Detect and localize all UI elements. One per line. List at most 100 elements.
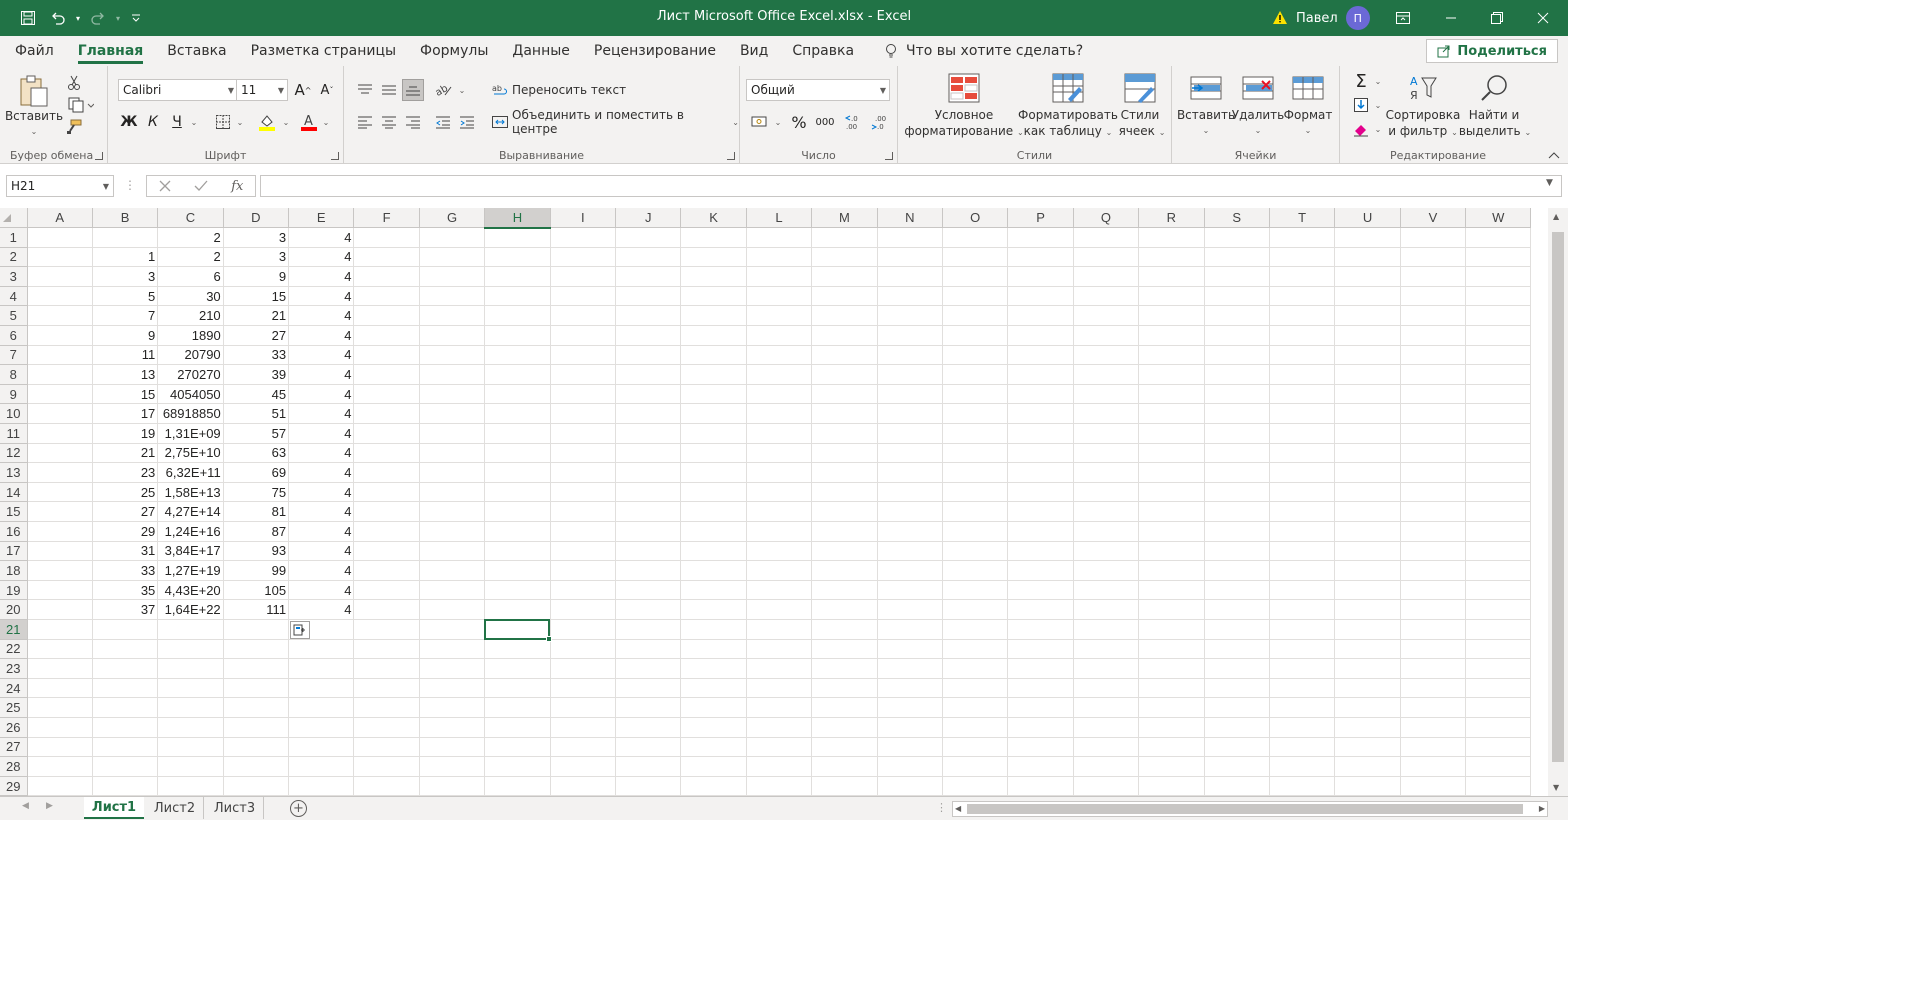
cell-i3[interactable] [550, 266, 617, 287]
cell-s15[interactable] [1204, 501, 1270, 522]
cell-b24[interactable] [92, 678, 159, 699]
cell-s20[interactable] [1204, 599, 1270, 620]
cell-v14[interactable] [1400, 482, 1467, 503]
cell-i4[interactable] [550, 286, 617, 307]
cell-b15[interactable]: 27 [92, 501, 159, 522]
cell-p8[interactable] [1007, 364, 1074, 385]
cell-b2[interactable]: 1 [92, 247, 159, 268]
row-header[interactable]: 23 [0, 658, 28, 679]
cell-k14[interactable] [680, 482, 747, 503]
cell-g3[interactable] [419, 266, 486, 287]
cell-w17[interactable] [1465, 541, 1532, 562]
cell-k28[interactable] [680, 756, 747, 777]
cell-u1[interactable] [1334, 227, 1401, 248]
cell-j25[interactable] [615, 697, 682, 718]
cell-n9[interactable] [877, 384, 943, 405]
cell-v4[interactable] [1400, 286, 1467, 307]
cell-g7[interactable] [419, 345, 486, 366]
cell-p27[interactable] [1007, 737, 1074, 758]
cell-g27[interactable] [419, 737, 486, 758]
cell-h25[interactable] [484, 697, 551, 718]
cell-u15[interactable] [1334, 501, 1401, 522]
cell-j21[interactable] [615, 619, 682, 640]
cell-d6[interactable]: 27 [223, 325, 290, 346]
cell-b3[interactable]: 3 [92, 266, 159, 287]
cell-h18[interactable] [484, 560, 551, 581]
cell-m4[interactable] [811, 286, 878, 307]
cell-q21[interactable] [1073, 619, 1140, 640]
row-header[interactable]: 20 [0, 599, 28, 620]
name-box[interactable]: H21 ▼ [6, 175, 114, 197]
cell-g4[interactable] [419, 286, 486, 307]
cell-g6[interactable] [419, 325, 486, 346]
cell-l23[interactable] [746, 658, 813, 679]
cell-h10[interactable] [484, 403, 551, 425]
cell-g25[interactable] [419, 697, 486, 718]
cell-q14[interactable] [1073, 482, 1140, 503]
cell-g20[interactable] [419, 599, 486, 620]
cell-a13[interactable] [27, 462, 93, 483]
cell-r29[interactable] [1138, 776, 1205, 796]
cell-r23[interactable] [1138, 658, 1205, 679]
cell-m8[interactable] [811, 364, 878, 385]
cell-l25[interactable] [746, 697, 813, 718]
cell-q23[interactable] [1073, 658, 1140, 679]
cell-p26[interactable] [1007, 717, 1074, 738]
cell-r19[interactable] [1138, 580, 1205, 601]
cell-e7[interactable]: 4 [288, 345, 355, 366]
cell-g13[interactable] [419, 462, 486, 483]
cell-h7[interactable] [484, 345, 551, 366]
cell-v17[interactable] [1400, 541, 1467, 562]
cell-f16[interactable] [353, 521, 420, 542]
cell-q24[interactable] [1073, 678, 1140, 699]
cell-v25[interactable] [1400, 697, 1467, 718]
decrease-indent-icon[interactable] [432, 111, 454, 133]
cell-d14[interactable]: 75 [223, 482, 290, 503]
cell-r22[interactable] [1138, 639, 1205, 660]
row-header[interactable]: 12 [0, 443, 28, 464]
cell-c5[interactable]: 210 [157, 305, 224, 327]
cell-i11[interactable] [550, 423, 617, 444]
cell-styles-icon[interactable] [1122, 70, 1158, 106]
cell-o16[interactable] [942, 521, 1009, 542]
cell-r20[interactable] [1138, 599, 1205, 620]
column-header-d[interactable]: D [223, 208, 290, 229]
cell-i7[interactable] [550, 345, 617, 366]
cell-u24[interactable] [1334, 678, 1401, 699]
cell-d22[interactable] [223, 639, 290, 660]
cell-i1[interactable] [550, 227, 617, 248]
cell-o7[interactable] [942, 345, 1009, 366]
cell-o17[interactable] [942, 541, 1009, 562]
cell-h1[interactable] [484, 227, 551, 248]
scroll-sheets-right-icon[interactable]: ▶ [46, 801, 53, 811]
cell-n14[interactable] [877, 482, 943, 503]
cell-g9[interactable] [419, 384, 486, 405]
add-sheet-icon[interactable]: + [290, 800, 307, 817]
cell-w4[interactable] [1465, 286, 1532, 307]
cell-f12[interactable] [353, 443, 420, 464]
cell-a9[interactable] [27, 384, 93, 405]
cell-w11[interactable] [1465, 423, 1532, 444]
cell-r10[interactable] [1138, 403, 1205, 425]
cell-a3[interactable] [27, 266, 93, 287]
cell-n12[interactable] [877, 443, 943, 464]
cell-m7[interactable] [811, 345, 878, 366]
enter-icon[interactable] [194, 180, 208, 192]
cell-w3[interactable] [1465, 266, 1532, 287]
tab-view[interactable]: Вид [728, 36, 780, 66]
cell-r17[interactable] [1138, 541, 1205, 562]
cell-p21[interactable] [1007, 619, 1074, 640]
decrease-decimal-icon[interactable]: .00.0 [868, 111, 892, 133]
number-format-combo[interactable]: Общий ▼ [746, 79, 890, 101]
cell-n13[interactable] [877, 462, 943, 483]
cell-h29[interactable] [484, 776, 551, 796]
cell-t4[interactable] [1269, 286, 1336, 307]
select-all-corner[interactable] [0, 208, 28, 229]
cell-h14[interactable] [484, 482, 551, 503]
cell-e10[interactable]: 4 [288, 403, 355, 425]
cell-t3[interactable] [1269, 266, 1336, 287]
cell-a18[interactable] [27, 560, 93, 581]
cell-b12[interactable]: 21 [92, 443, 159, 464]
cell-h6[interactable] [484, 325, 551, 346]
tab-data[interactable]: Данные [500, 36, 582, 66]
